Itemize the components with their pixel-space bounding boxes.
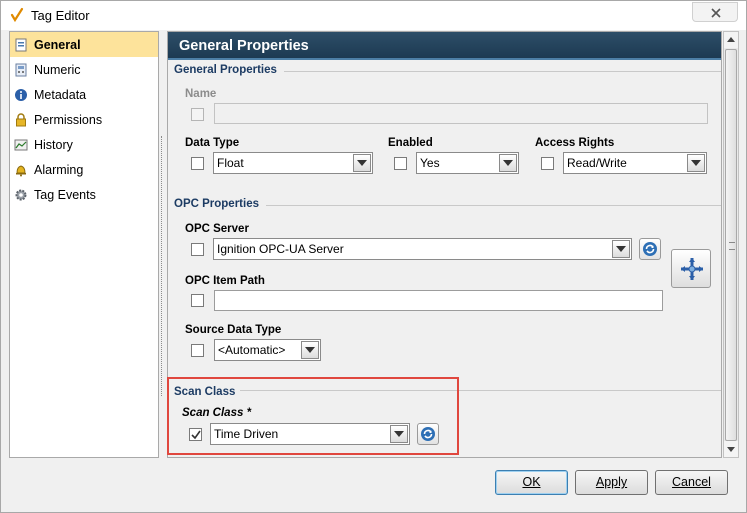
chevron-down-icon[interactable] — [612, 240, 630, 258]
title-bar[interactable]: Tag Editor — [1, 1, 746, 30]
name-label: Name — [185, 88, 217, 100]
sidebar-item-label: History — [34, 137, 73, 152]
opc-server-checkbox[interactable] — [191, 243, 204, 256]
chevron-down-icon[interactable] — [499, 154, 517, 172]
browse-tags-icon — [681, 258, 703, 280]
opc-server-refresh-button[interactable] — [639, 238, 661, 260]
opc-item-path-checkbox[interactable] — [191, 294, 204, 307]
enabled-value: Yes — [420, 156, 440, 170]
data-type-value: Float — [217, 156, 244, 170]
app-icon — [9, 7, 25, 23]
source-data-type-checkbox[interactable] — [191, 344, 204, 357]
sidebar-item-label: Tag Events — [34, 187, 96, 202]
access-rights-checkbox[interactable] — [541, 157, 554, 170]
metadata-icon — [14, 88, 28, 102]
history-icon — [14, 138, 28, 152]
access-rights-label: Access Rights — [535, 137, 615, 149]
opc-server-value: Ignition OPC-UA Server — [217, 242, 344, 256]
sidebar-item-alarming[interactable]: Alarming — [10, 157, 158, 182]
data-type-checkbox[interactable] — [191, 157, 204, 170]
sidebar-item-label: Numeric — [34, 62, 81, 77]
sidebar-item-label: Alarming — [34, 162, 84, 177]
grip-icon — [729, 242, 735, 250]
chevron-down-icon[interactable] — [301, 341, 319, 359]
vertical-scrollbar[interactable] — [723, 31, 739, 458]
bell-icon — [14, 163, 28, 177]
data-type-label: Data Type — [185, 137, 240, 149]
browse-opc-button[interactable] — [671, 249, 711, 288]
arrow-up-icon — [727, 37, 735, 42]
sidebar-item-metadata[interactable]: Metadata — [10, 82, 158, 107]
access-rights-value: Read/Write — [567, 156, 627, 170]
name-field[interactable] — [214, 103, 708, 124]
opc-section-title: OPC Properties — [174, 198, 259, 210]
enabled-checkbox[interactable] — [394, 157, 407, 170]
general-icon — [14, 38, 28, 52]
opc-server-select[interactable]: Ignition OPC-UA Server — [213, 238, 632, 260]
numeric-icon — [14, 63, 28, 77]
ok-button[interactable]: OK — [495, 470, 568, 495]
close-icon — [711, 8, 721, 18]
general-section-title: General Properties — [174, 64, 277, 76]
chevron-down-icon[interactable] — [687, 154, 705, 172]
chevron-down-icon[interactable] — [353, 154, 371, 172]
scroll-up-button[interactable] — [724, 32, 738, 48]
enabled-label: Enabled — [388, 137, 433, 149]
scan-class-highlight — [167, 377, 459, 455]
opc-item-path-field[interactable] — [214, 290, 663, 311]
section-divider — [266, 205, 721, 206]
sidebar-item-history[interactable]: History — [10, 132, 158, 157]
sidebar-item-label: Permissions — [34, 112, 103, 127]
opc-item-path-label: OPC Item Path — [185, 275, 265, 287]
panel-header: General Properties — [168, 32, 721, 60]
name-override-checkbox[interactable] — [191, 108, 204, 121]
panel-splitter[interactable] — [161, 136, 164, 396]
sidebar-item-numeric[interactable]: Numeric — [10, 57, 158, 82]
access-rights-select[interactable]: Read/Write — [563, 152, 707, 174]
cancel-button[interactable]: Cancel — [655, 470, 728, 495]
tag-editor-window: Tag Editor General Numeric Metadata Perm… — [0, 0, 747, 513]
source-data-type-select[interactable]: <Automatic> — [214, 339, 321, 361]
sidebar-item-label: Metadata — [34, 87, 87, 102]
arrow-down-icon — [727, 447, 735, 452]
sidebar-nav: General Numeric Metadata Permissions His… — [9, 31, 159, 458]
sidebar-item-tag-events[interactable]: Tag Events — [10, 182, 158, 207]
lock-icon — [14, 112, 28, 127]
refresh-icon — [643, 242, 657, 256]
apply-button[interactable]: Apply — [575, 470, 648, 495]
source-data-type-label: Source Data Type — [185, 324, 282, 336]
sidebar-item-label: General — [34, 37, 81, 52]
data-type-select[interactable]: Float — [213, 152, 373, 174]
scrollbar-thumb[interactable] — [725, 49, 737, 441]
section-divider — [284, 71, 721, 72]
opc-server-label: OPC Server — [185, 223, 249, 235]
panel-header-title: General Properties — [179, 38, 309, 54]
gear-icon — [14, 188, 28, 202]
sidebar-item-general[interactable]: General — [10, 32, 158, 57]
source-data-type-value: <Automatic> — [218, 343, 286, 357]
enabled-select[interactable]: Yes — [416, 152, 519, 174]
scroll-down-button[interactable] — [724, 441, 738, 457]
close-button[interactable] — [692, 2, 738, 22]
sidebar-item-permissions[interactable]: Permissions — [10, 107, 158, 132]
window-title: Tag Editor — [31, 8, 90, 23]
